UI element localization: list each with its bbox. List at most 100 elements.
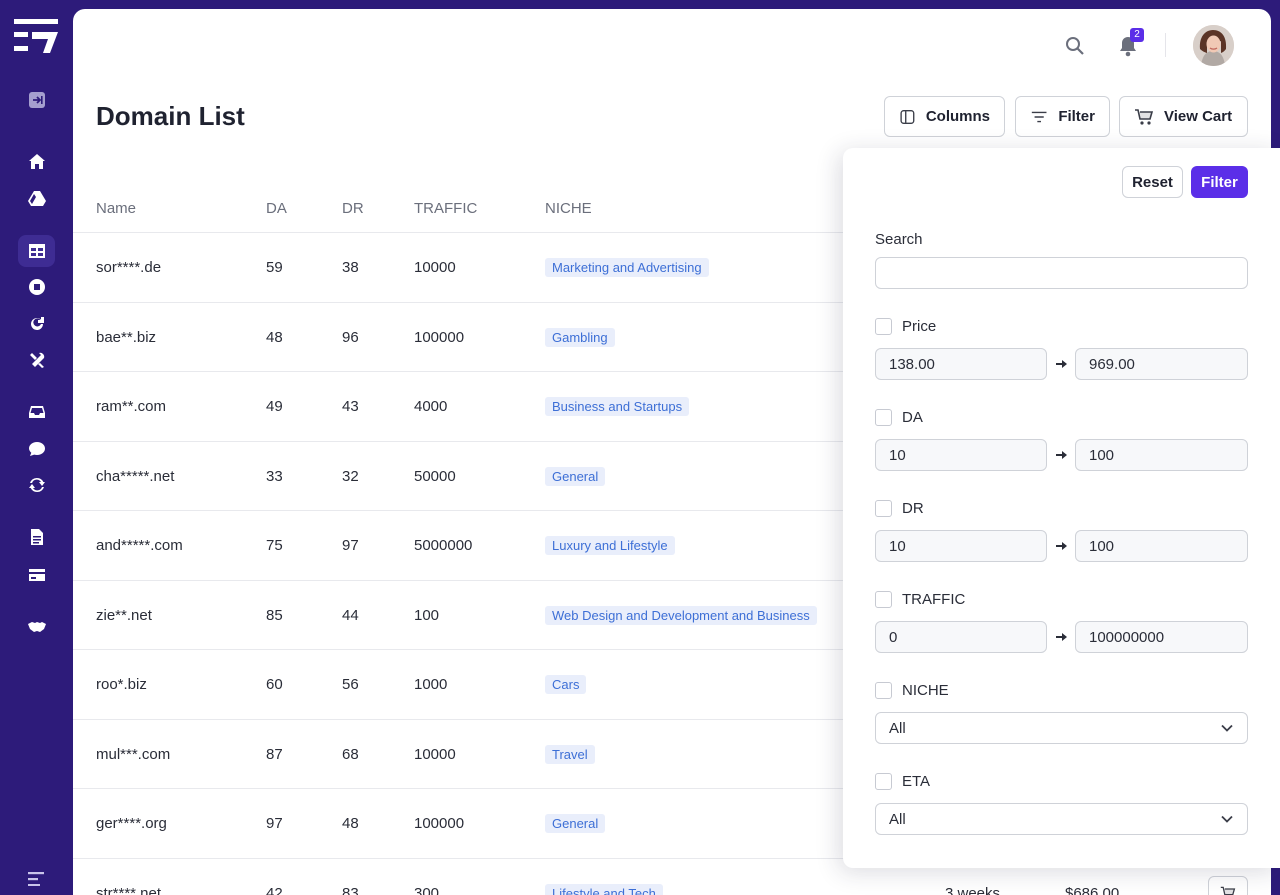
add-to-cart-button[interactable] [1208, 875, 1248, 895]
arrow-right-icon [1056, 360, 1067, 368]
da-value: 97 [266, 815, 283, 832]
niche-select[interactable]: All [875, 712, 1248, 744]
niche-checkbox[interactable] [875, 682, 892, 699]
price-min-input[interactable]: 138.00 [875, 348, 1047, 380]
dr-value: 48 [342, 815, 359, 832]
traffic-value: 300 [414, 884, 440, 895]
sidebar [0, 0, 73, 895]
dr-label: DR [902, 500, 924, 517]
price-checkbox[interactable] [875, 318, 892, 335]
drive-icon[interactable] [18, 183, 55, 215]
handshake-icon[interactable] [18, 611, 55, 643]
niche-tag: General [545, 466, 606, 486]
traffic-value: 4000 [414, 398, 448, 415]
filter-lines-icon [1031, 111, 1047, 122]
refresh-icon[interactable] [18, 308, 55, 340]
domain-name: cha*****.net [96, 467, 175, 485]
column-header-niche[interactable]: NICHE [545, 200, 592, 217]
dr-value: 43 [342, 398, 359, 415]
da-min-input[interactable]: 10 [875, 439, 1047, 471]
traffic-min-input[interactable]: 0 [875, 621, 1047, 653]
document-icon[interactable] [18, 521, 55, 553]
eta-select-value: All [889, 810, 906, 828]
menu-lines-icon[interactable] [28, 872, 44, 886]
da-value: 59 [266, 259, 283, 276]
avatar-image [1193, 25, 1234, 66]
dr-value: 96 [342, 328, 359, 346]
home-icon[interactable] [18, 146, 55, 178]
columns-icon [900, 109, 915, 124]
cart-icon [1220, 886, 1236, 895]
da-value: 85 [266, 606, 283, 624]
traffic-checkbox[interactable] [875, 591, 892, 608]
niche-tag: Cars [545, 675, 587, 694]
reset-button[interactable]: Reset [1122, 166, 1183, 198]
inbox-icon[interactable] [18, 396, 55, 428]
card-icon[interactable] [18, 559, 55, 591]
page-title: Domain List [96, 101, 245, 131]
domain-name: and*****.com [96, 537, 183, 554]
price-max-input[interactable]: 969.00 [1075, 348, 1248, 380]
da-value: 48 [266, 328, 283, 346]
da-value: 75 [266, 537, 283, 554]
collapse-icon[interactable] [18, 84, 55, 116]
traffic-value: 100000 [414, 815, 465, 832]
niche-tag: Luxury and Lifestyle [545, 536, 675, 555]
arrow-right-icon [1056, 633, 1067, 641]
domain-name: sor****.de [96, 259, 162, 276]
circle-stop-icon[interactable] [18, 271, 55, 303]
column-header-dr[interactable]: DR [342, 200, 364, 217]
dr-value: 38 [342, 259, 359, 276]
eta-select[interactable]: All [875, 803, 1248, 835]
da-label: DA [902, 409, 923, 426]
da-value: 49 [266, 398, 283, 415]
eta-value: 3 weeks [945, 884, 1001, 895]
da-checkbox[interactable] [875, 409, 892, 426]
search-label: Search [875, 231, 923, 248]
domain-name: bae**.biz [96, 328, 157, 346]
sync-icon[interactable] [18, 469, 55, 501]
niche-tag: Gambling [545, 327, 615, 347]
domain-name: str****.net [96, 884, 162, 895]
apply-filter-button[interactable]: Filter [1191, 166, 1248, 198]
cart-icon [1135, 108, 1154, 125]
chat-icon[interactable] [18, 433, 55, 465]
tools-icon[interactable] [18, 344, 55, 376]
dr-value: 44 [342, 606, 359, 624]
traffic-value: 10000 [414, 745, 456, 763]
niche-tag: Marketing and Advertising [545, 258, 709, 277]
price-label: Price [902, 318, 937, 335]
filter-button[interactable]: Filter [1015, 96, 1110, 137]
dr-max-input[interactable]: 100 [1075, 530, 1248, 562]
da-max-input[interactable]: 100 [1075, 439, 1248, 471]
columns-button-label: Columns [925, 108, 990, 125]
view-cart-button[interactable]: View Cart [1119, 96, 1248, 137]
table-icon[interactable] [18, 235, 55, 267]
eta-label: ETA [902, 773, 931, 790]
column-header-traffic[interactable]: TRAFFIC [414, 200, 477, 217]
traffic-value: 50000 [414, 467, 456, 485]
domain-name: ger****.org [96, 815, 167, 832]
filter-panel: Reset Filter Search Price 138.00 969.00 … [843, 148, 1280, 868]
search-icon[interactable] [1065, 36, 1085, 56]
dr-checkbox[interactable] [875, 500, 892, 517]
traffic-value: 100 [414, 606, 440, 624]
traffic-value: 10000 [414, 259, 456, 276]
dr-min-input[interactable]: 10 [875, 530, 1047, 562]
search-input[interactable] [875, 257, 1248, 289]
dr-value: 68 [342, 745, 359, 763]
column-header-da[interactable]: DA [266, 200, 287, 217]
column-header-name[interactable]: Name [96, 200, 136, 217]
domain-name: mul***.com [96, 745, 171, 763]
traffic-max-input[interactable]: 100000000 [1075, 621, 1248, 653]
price-value: $686.00 [1065, 884, 1120, 895]
avatar[interactable] [1193, 25, 1234, 66]
brand-logo-icon[interactable] [14, 19, 58, 53]
niche-tag: General [545, 814, 606, 833]
notification-badge: 2 [1130, 28, 1144, 42]
eta-checkbox[interactable] [875, 773, 892, 790]
niche-tag: Travel [545, 744, 595, 764]
arrow-right-icon [1056, 451, 1067, 459]
domain-name: roo*.biz [96, 676, 147, 693]
columns-button[interactable]: Columns [884, 96, 1005, 137]
